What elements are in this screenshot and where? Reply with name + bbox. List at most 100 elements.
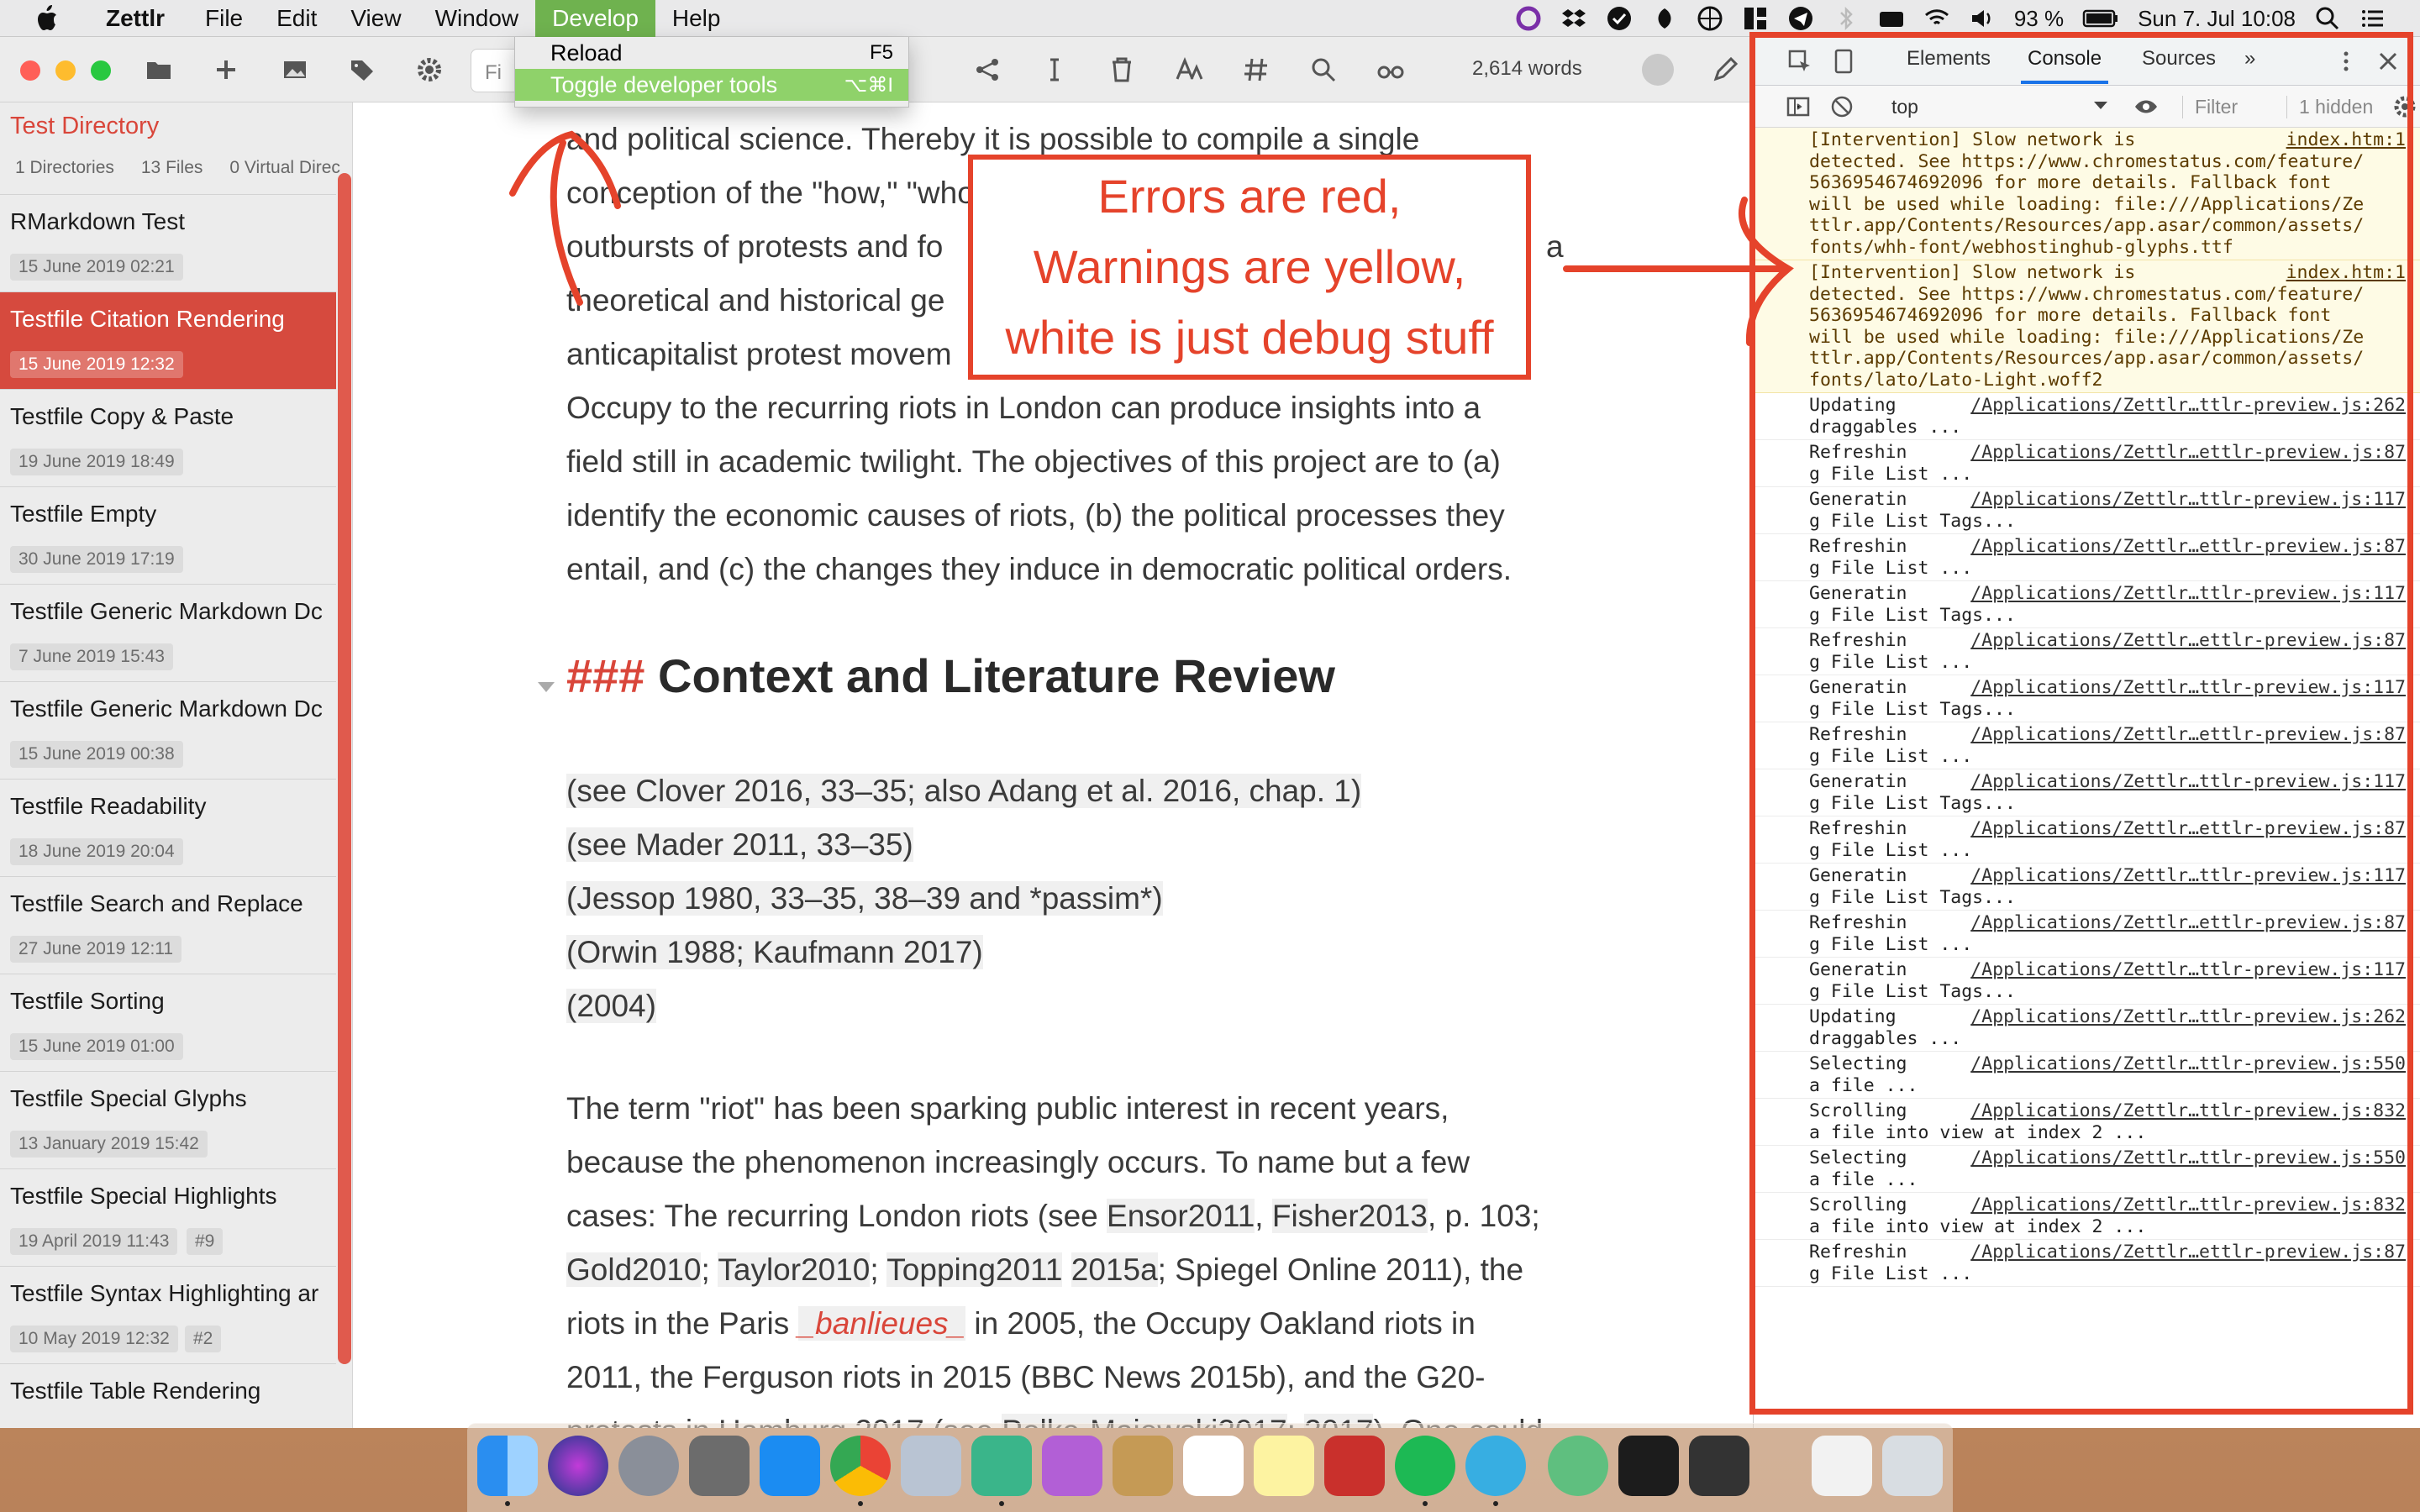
finder-icon[interactable] xyxy=(477,1436,538,1496)
console-log-message[interactable]: /Applications/Zettlr…ttlr-preview.js:550… xyxy=(1754,1052,2420,1099)
scrivener-icon[interactable] xyxy=(1689,1436,1749,1496)
grid-app-icon[interactable] xyxy=(1742,5,1769,32)
console-source-link[interactable]: /Applications/Zettlr…ttlr-preview.js:117 xyxy=(1964,959,2406,981)
console-source-link[interactable]: /Applications/Zettlr…ettlr-preview.js:87 xyxy=(1964,442,2406,464)
more-tabs-button[interactable]: » xyxy=(2244,47,2255,71)
dropdown-arrow-icon[interactable] xyxy=(2091,96,2110,114)
context-selector[interactable]: top xyxy=(1891,96,1918,118)
console-log-message[interactable]: /Applications/Zettlr…ttlr-preview.js:832… xyxy=(1754,1099,2420,1146)
citation[interactable]: (Orwin 1988; Kaufmann 2017) xyxy=(566,935,983,969)
apple-icon[interactable] xyxy=(34,4,59,33)
console-source-link[interactable]: /Applications/Zettlr…ettlr-preview.js:87 xyxy=(1964,1242,2406,1263)
citation[interactable]: Fisher2013 xyxy=(1271,1199,1428,1233)
console-warning-message[interactable]: index.htm:1 [Intervention] Slow network i… xyxy=(1754,128,2420,260)
file-list-item[interactable]: Testfile Copy & Paste 19 June 2019 18:49 xyxy=(0,390,336,487)
console-log-message[interactable]: /Applications/Zettlr…ettlr-preview.js:87… xyxy=(1754,628,2420,675)
console-source-link[interactable]: /Applications/Zettlr…ettlr-preview.js:87 xyxy=(1964,818,2406,840)
clear-console-icon[interactable] xyxy=(1829,94,1854,119)
fold-toggle-icon[interactable] xyxy=(538,682,555,692)
tab-elements[interactable]: Elements xyxy=(1907,47,1991,71)
terminal-icon[interactable] xyxy=(1618,1436,1679,1496)
console-log-message[interactable]: /Applications/Zettlr…ttlr-preview.js:117… xyxy=(1754,675,2420,722)
globe-icon[interactable] xyxy=(1697,5,1723,32)
system-preferences-gear-icon[interactable] xyxy=(689,1436,750,1496)
console-log-message[interactable]: /Applications/Zettlr…ettlr-preview.js:87… xyxy=(1754,722,2420,769)
settings-gear-icon[interactable] xyxy=(415,55,444,84)
console-warning-message[interactable]: index.htm:1 [Intervention] Slow network i… xyxy=(1754,260,2420,393)
file-list-item[interactable]: Testfile Sorting 15 June 2019 01:00 xyxy=(0,974,336,1072)
console-source-link[interactable]: /Applications/Zettlr…ttlr-preview.js:832 xyxy=(1964,1194,2406,1216)
console-filter-input[interactable]: Filter xyxy=(2182,96,2238,118)
console-log-message[interactable]: /Applications/Zettlr…ettlr-preview.js:87… xyxy=(1754,534,2420,581)
menu-help[interactable]: Help xyxy=(655,0,738,37)
sidebar-toggle-icon[interactable] xyxy=(1786,94,1811,119)
console-log-message[interactable]: /Applications/Zettlr…ttlr-preview.js:117… xyxy=(1754,958,2420,1005)
console-log-message[interactable]: /Applications/Zettlr…ttlr-preview.js:550… xyxy=(1754,1146,2420,1193)
console-source-link[interactable]: /Applications/Zettlr…ettlr-preview.js:87 xyxy=(1964,724,2406,746)
notes-icon[interactable] xyxy=(1254,1436,1314,1496)
volume-icon[interactable] xyxy=(1969,5,1996,32)
console-source-link[interactable]: /Applications/Zettlr…ttlr-preview.js:117 xyxy=(1964,583,2406,605)
zotero-icon[interactable] xyxy=(1324,1436,1385,1496)
checkmark-circle-icon[interactable] xyxy=(1606,5,1633,32)
tag-icon[interactable] xyxy=(348,55,376,84)
file-list-item[interactable]: Testfile Special Glyphs 13 January 2019 1… xyxy=(0,1072,336,1169)
wifi-icon[interactable] xyxy=(1923,5,1950,32)
citation[interactable]: (see Mader 2011, 33–35) xyxy=(566,827,913,862)
citation[interactable]: Gold2010 xyxy=(566,1252,702,1287)
hashtag-icon[interactable] xyxy=(1242,55,1270,84)
citation[interactable]: Topping2011 xyxy=(886,1252,1063,1287)
launchpad-rocket-icon[interactable] xyxy=(618,1436,679,1496)
console-source-link[interactable]: /Applications/Zettlr…ttlr-preview.js:550 xyxy=(1964,1147,2406,1169)
console-source-link[interactable]: /Applications/Zettlr…ttlr-preview.js:262 xyxy=(1964,395,2406,417)
menu-develop[interactable]: Develop xyxy=(535,0,655,37)
citation[interactable]: (2004) xyxy=(566,989,656,1023)
menu-window[interactable]: Window xyxy=(418,0,536,37)
zoom-window-button[interactable] xyxy=(91,60,111,81)
console-log-message[interactable]: /Applications/Zettlr…ttlr-preview.js:262… xyxy=(1754,1005,2420,1052)
telegram-app-icon[interactable] xyxy=(1465,1436,1526,1496)
menu-file[interactable]: File xyxy=(188,0,260,37)
dropbox-icon[interactable] xyxy=(1560,5,1587,32)
share-icon[interactable] xyxy=(973,55,1002,84)
spotify-icon[interactable] xyxy=(1395,1436,1455,1496)
file-list-item[interactable]: Testfile Search and Replace 27 June 2019 … xyxy=(0,877,336,974)
citation[interactable]: 2015a xyxy=(1071,1252,1158,1287)
font-size-icon[interactable] xyxy=(1175,55,1203,84)
console-source-link[interactable]: /Applications/Zettlr…ettlr-preview.js:87 xyxy=(1964,630,2406,652)
notification-center-icon[interactable] xyxy=(2360,5,2386,32)
spotlight-search-icon[interactable] xyxy=(2314,5,2341,32)
console-messages[interactable]: index.htm:1 [Intervention] Slow network i… xyxy=(1754,128,2420,1428)
file-list-item[interactable]: Testfile Syntax Highlighting ar 10 May 20… xyxy=(0,1267,336,1364)
console-source-link[interactable]: /Applications/Zettlr…ttlr-preview.js:550 xyxy=(1964,1053,2406,1075)
pdf-document-icon[interactable] xyxy=(1812,1436,1872,1496)
atom-editor-icon[interactable] xyxy=(1548,1436,1608,1496)
file-list-item[interactable]: Testfile Generic Markdown Dc 7 June 2019 … xyxy=(0,585,336,682)
leaf-icon[interactable] xyxy=(1651,5,1678,32)
tab-console[interactable]: Console xyxy=(2020,47,2109,84)
file-list-item[interactable]: Testfile Empty 30 June 2019 17:19 xyxy=(0,487,336,585)
more-options-icon[interactable] xyxy=(2333,49,2359,74)
calendar-icon[interactable] xyxy=(1183,1436,1244,1496)
file-list-item[interactable]: Testfile Generic Markdown Dc 15 June 2019… xyxy=(0,682,336,780)
console-source-link[interactable]: /Applications/Zettlr…ettlr-preview.js:87 xyxy=(1964,536,2406,558)
close-devtools-icon[interactable] xyxy=(2375,49,2401,74)
console-log-message[interactable]: /Applications/Zettlr…ettlr-preview.js:87… xyxy=(1754,1240,2420,1287)
text-cursor-icon[interactable] xyxy=(1040,55,1069,84)
trash-icon[interactable] xyxy=(1107,55,1136,84)
device-toolbar-icon[interactable] xyxy=(1831,49,1856,74)
pomodoro-timer[interactable] xyxy=(1642,54,1674,86)
file-list-item-active[interactable]: Testfile Citation Rendering 15 June 2019 … xyxy=(0,292,336,390)
console-source-link[interactable]: /Applications/Zettlr…ttlr-preview.js:832 xyxy=(1964,1100,2406,1122)
console-source-link[interactable]: /Applications/Zettlr…ttlr-preview.js:117 xyxy=(1964,489,2406,511)
directory-header[interactable]: Test Directory 1 Directories 13 Files 0 Vi… xyxy=(0,102,340,195)
notebook-app-icon[interactable] xyxy=(1113,1436,1173,1496)
tab-sources[interactable]: Sources xyxy=(2142,47,2216,71)
bluetooth-icon[interactable] xyxy=(1833,5,1860,32)
console-log-message[interactable]: /Applications/Zettlr…ttlr-preview.js:117… xyxy=(1754,581,2420,628)
keyboard-icon[interactable] xyxy=(1878,5,1905,32)
battery-icon[interactable] xyxy=(2082,5,2119,32)
console-source-link[interactable]: /Applications/Zettlr…ttlr-preview.js:117 xyxy=(1964,865,2406,887)
close-window-button[interactable] xyxy=(20,60,40,81)
citation[interactable]: Ensor2011 xyxy=(1107,1199,1255,1233)
